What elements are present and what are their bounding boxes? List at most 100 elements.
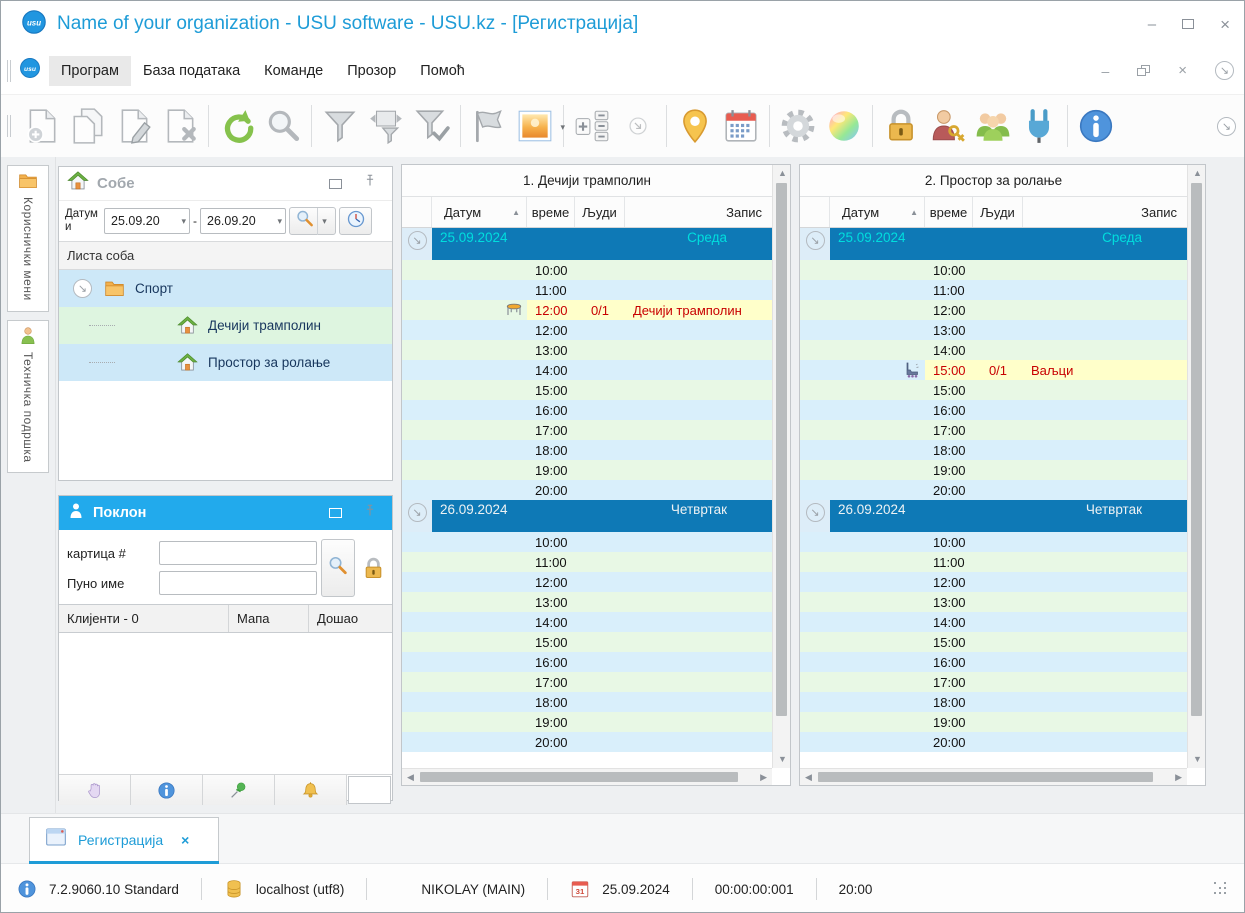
flag-button[interactable] bbox=[466, 101, 512, 151]
card-number-input[interactable] bbox=[159, 541, 317, 565]
scroll-up-icon[interactable]: ▲ bbox=[778, 169, 787, 178]
menu-3[interactable]: Прозор bbox=[335, 56, 408, 86]
pin-icon[interactable] bbox=[362, 503, 378, 519]
col-people-header[interactable]: Људи bbox=[973, 197, 1023, 227]
settings-button[interactable] bbox=[775, 101, 821, 151]
maximize-button[interactable] bbox=[1182, 19, 1195, 29]
add-record-button[interactable] bbox=[19, 101, 65, 151]
scroll-thumb[interactable] bbox=[420, 772, 738, 782]
expand-icon[interactable]: ↘ bbox=[407, 503, 427, 522]
col-time-header[interactable]: време bbox=[527, 197, 575, 227]
info-button[interactable] bbox=[131, 775, 203, 805]
gift-maximize-icon[interactable] bbox=[329, 508, 342, 518]
tab-registration[interactable]: Регистрација × bbox=[29, 817, 219, 864]
search-button[interactable] bbox=[260, 101, 306, 151]
time-slot-row[interactable]: 16:00 bbox=[402, 652, 772, 672]
col-date-header[interactable]: Датум ▲ bbox=[432, 197, 527, 227]
pin-icon[interactable] bbox=[362, 173, 378, 194]
delete-record-button[interactable] bbox=[157, 101, 203, 151]
gift-note-box[interactable] bbox=[348, 776, 391, 804]
date-group-row[interactable]: ↘ 26.09.2024 Четвртак bbox=[800, 500, 1187, 532]
vertical-scrollbar[interactable]: ▲ ▼ bbox=[772, 165, 790, 768]
date-group-row[interactable]: ↘ 25.09.2024 Среда bbox=[402, 228, 772, 260]
calendar-button[interactable] bbox=[718, 101, 764, 151]
time-slot-row[interactable]: 19:00 bbox=[402, 712, 772, 732]
minimize-button[interactable]: – bbox=[1148, 17, 1156, 32]
time-slot-row[interactable]: 13:00 bbox=[402, 592, 772, 612]
filter-apply-button[interactable] bbox=[409, 101, 455, 151]
dropdown-arrow-icon[interactable]: ▾ bbox=[560, 122, 565, 133]
time-slot-row[interactable]: 20:00 bbox=[402, 480, 772, 500]
toolbar-grip[interactable] bbox=[7, 115, 11, 137]
expand-icon[interactable]: ↘ bbox=[805, 503, 825, 522]
time-slot-row[interactable]: 12:00 bbox=[402, 320, 772, 340]
doc-restore-button[interactable] bbox=[1137, 65, 1151, 76]
menu-4[interactable]: Помоћ bbox=[408, 56, 477, 86]
booking-row[interactable]: 12:00 0/1 Дечији трамполин bbox=[402, 300, 772, 320]
time-slot-row[interactable]: 13:00 bbox=[800, 592, 1187, 612]
time-slot-row[interactable]: 15:00 bbox=[402, 380, 772, 400]
time-slot-row[interactable]: 18:00 bbox=[402, 440, 772, 460]
pin-icon[interactable] bbox=[362, 503, 378, 524]
time-slot-row[interactable]: 11:00 bbox=[800, 552, 1187, 572]
booking-row[interactable]: 15:00 0/1 Ваљци bbox=[800, 360, 1187, 380]
close-button[interactable]: × bbox=[1220, 16, 1230, 33]
time-slot-row[interactable]: 10:00 bbox=[402, 532, 772, 552]
colors-button[interactable] bbox=[821, 101, 867, 151]
time-slot-row[interactable]: 18:00 bbox=[800, 440, 1187, 460]
time-slot-row[interactable]: 10:00 bbox=[800, 260, 1187, 280]
scroll-thumb[interactable] bbox=[776, 183, 787, 716]
bell-button[interactable] bbox=[275, 775, 347, 805]
scroll-right-icon[interactable]: ▶ bbox=[760, 773, 767, 782]
time-slot-row[interactable]: 14:00 bbox=[402, 360, 772, 380]
scroll-down-icon[interactable]: ▼ bbox=[1193, 755, 1202, 764]
time-slot-row[interactable]: 19:00 bbox=[800, 712, 1187, 732]
date-group-row[interactable]: ↘ 26.09.2024 Четвртак bbox=[402, 500, 772, 532]
doc-close-button[interactable]: × bbox=[1178, 62, 1187, 79]
time-slot-row[interactable]: 11:00 bbox=[402, 552, 772, 572]
lock-button[interactable] bbox=[878, 101, 924, 151]
time-slot-row[interactable]: 16:00 bbox=[800, 652, 1187, 672]
scroll-thumb[interactable] bbox=[1191, 183, 1202, 716]
scroll-right-icon[interactable]: ▶ bbox=[1175, 773, 1182, 782]
tab-close-icon[interactable]: × bbox=[181, 832, 189, 848]
filter-window-button[interactable] bbox=[363, 101, 409, 151]
clients-col-1[interactable]: Мапа bbox=[229, 605, 309, 632]
time-slot-row[interactable]: 11:00 bbox=[402, 280, 772, 300]
date-group-row[interactable]: ↘ 25.09.2024 Среда bbox=[800, 228, 1187, 260]
time-slot-row[interactable]: 13:00 bbox=[402, 340, 772, 360]
clients-table-body[interactable] bbox=[59, 633, 392, 774]
time-slot-row[interactable]: 17:00 bbox=[402, 672, 772, 692]
refresh-button[interactable] bbox=[214, 101, 260, 151]
scroll-left-icon[interactable]: ◀ bbox=[805, 773, 812, 782]
date-from-select[interactable]: 25.09.20 ▾ bbox=[104, 208, 190, 234]
col-record-header[interactable]: Запис bbox=[1023, 197, 1187, 227]
time-slot-row[interactable]: 15:00 bbox=[800, 380, 1187, 400]
expand-more-button[interactable] bbox=[615, 101, 661, 151]
scroll-thumb[interactable] bbox=[818, 772, 1153, 782]
time-slot-row[interactable]: 10:00 bbox=[402, 260, 772, 280]
time-slot-row[interactable]: 19:00 bbox=[800, 460, 1187, 480]
time-slot-row[interactable]: 12:00 bbox=[800, 300, 1187, 320]
lock-icon[interactable] bbox=[361, 556, 386, 581]
room-tree-item-1[interactable]: Дечији трамполин bbox=[59, 307, 392, 344]
gift-search-button[interactable] bbox=[321, 539, 355, 597]
rooms-search-button[interactable]: ▾ bbox=[289, 207, 336, 235]
resize-grip[interactable] bbox=[1214, 882, 1228, 896]
scroll-down-icon[interactable]: ▼ bbox=[778, 755, 787, 764]
time-slot-row[interactable]: 17:00 bbox=[800, 420, 1187, 440]
time-slot-row[interactable]: 14:00 bbox=[800, 612, 1187, 632]
clients-col-2[interactable]: Дошао bbox=[309, 605, 392, 632]
room-tree-item-0[interactable]: ↘ Спорт bbox=[59, 270, 392, 307]
menu-overflow-icon[interactable]: ↘ bbox=[1215, 61, 1234, 80]
horizontal-scrollbar[interactable]: ◀ ▶ bbox=[800, 768, 1187, 785]
expand-icon[interactable]: ↘ bbox=[73, 279, 92, 298]
horizontal-scrollbar[interactable]: ◀ ▶ bbox=[402, 768, 772, 785]
date-to-select[interactable]: 26.09.20 ▾ bbox=[200, 208, 286, 234]
rooms-time-button[interactable] bbox=[339, 207, 372, 235]
time-slot-row[interactable]: 10:00 bbox=[800, 532, 1187, 552]
time-slot-row[interactable]: 13:00 bbox=[800, 320, 1187, 340]
rooms-maximize-icon[interactable] bbox=[329, 178, 342, 189]
expand-icon[interactable]: ↘ bbox=[407, 231, 427, 250]
integration-button[interactable] bbox=[1016, 101, 1062, 151]
